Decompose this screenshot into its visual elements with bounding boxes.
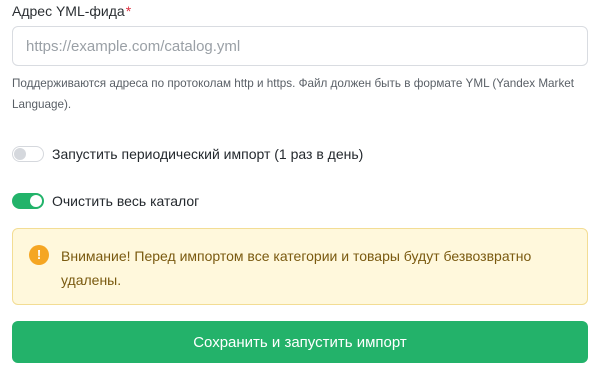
feed-url-input[interactable] (12, 26, 588, 66)
toggle-knob (30, 195, 42, 207)
exclamation-icon: ! (29, 245, 49, 265)
clear-catalog-toggle[interactable] (12, 193, 44, 209)
feed-url-label-text: Адрес YML-фида (12, 3, 125, 19)
periodic-import-row: Запустить периодический импорт (1 раз в … (12, 144, 363, 164)
required-asterisk: * (125, 3, 132, 19)
feed-url-label: Адрес YML-фида* (12, 2, 131, 20)
clear-catalog-row: Очистить весь каталог (12, 191, 199, 211)
yml-import-form: Адрес YML-фида* Поддерживаются адреса по… (0, 0, 600, 365)
clear-catalog-label[interactable]: Очистить весь каталог (52, 193, 199, 209)
save-and-import-button[interactable]: Сохранить и запустить импорт (12, 321, 588, 363)
warning-text: Внимание! Перед импортом все категории и… (61, 248, 532, 288)
periodic-import-label[interactable]: Запустить периодический импорт (1 раз в … (52, 146, 363, 162)
feed-url-help-text: Поддерживаются адреса по протоколам http… (12, 77, 575, 111)
toggle-knob (14, 148, 26, 160)
warning-alert: ! Внимание! Перед импортом все категории… (12, 228, 588, 305)
periodic-import-toggle[interactable] (12, 146, 44, 162)
